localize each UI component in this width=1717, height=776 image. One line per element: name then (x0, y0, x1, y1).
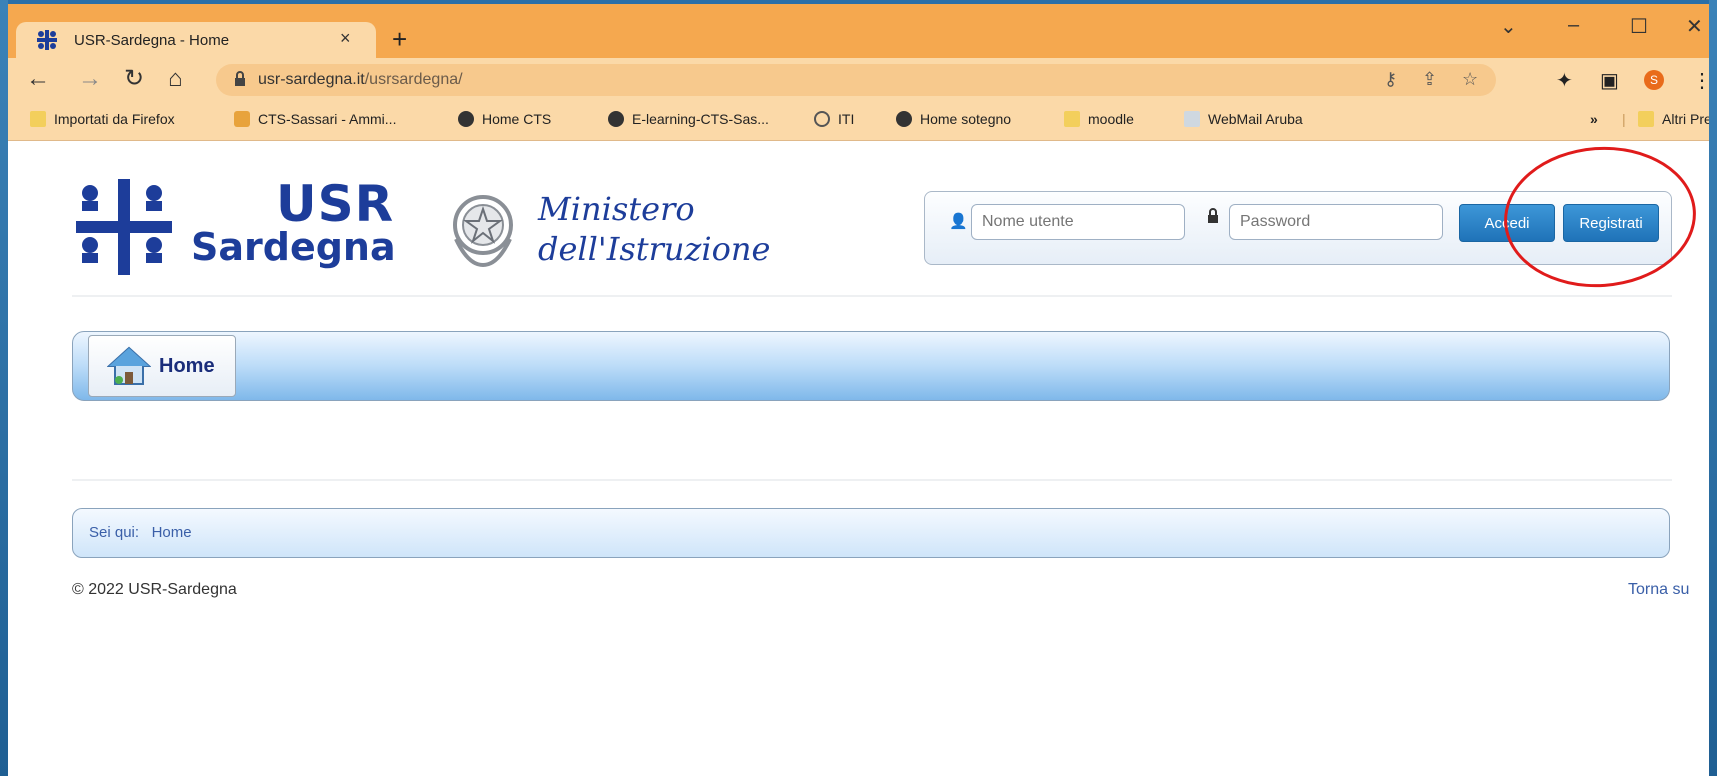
tab-bar: USR-Sardegna - Home × + ⌄ – ☐ ✕ (8, 4, 1709, 58)
ministero-title: Ministero dell'Istruzione (538, 190, 771, 268)
browser-tab[interactable]: USR-Sardegna - Home × (16, 22, 376, 58)
lock-icon (235, 71, 245, 86)
extensions-icon[interactable]: ✦ (1556, 68, 1573, 93)
key-icon[interactable]: ⚷ (1384, 69, 1397, 90)
bookmark-item[interactable]: moodle (1064, 111, 1134, 127)
menu-icon[interactable]: ⋮ (1692, 68, 1709, 93)
home-icon[interactable]: ⌂ (168, 66, 183, 92)
bookmarks-divider: | (1622, 111, 1626, 127)
desktop-background (1709, 0, 1717, 776)
desktop-background (0, 0, 8, 776)
site-favicon-icon (37, 30, 57, 50)
forward-icon[interactable]: → (78, 66, 102, 92)
nav-home-tab[interactable]: Home (88, 335, 236, 397)
main-navigation: Home (72, 331, 1670, 401)
other-bookmarks-folder[interactable]: Altri Preferiti (1638, 111, 1709, 127)
share-icon[interactable]: ⇪ (1422, 69, 1437, 90)
browser-window: USR-Sardegna - Home × + ⌄ – ☐ ✕ ← → ↻ ⌂ … (8, 4, 1709, 776)
divider (72, 479, 1672, 481)
more-bookmarks-button[interactable]: » (1590, 111, 1598, 127)
bookmarks-bar: Importati da Firefox CTS-Sassari - Ammi.… (8, 102, 1709, 141)
lock-icon (1208, 208, 1218, 223)
side-panel-icon[interactable]: ▣ (1600, 68, 1619, 93)
minimize-button[interactable]: – (1568, 14, 1579, 37)
bookmark-item[interactable]: Importati da Firefox (30, 111, 175, 127)
divider (72, 295, 1672, 297)
globe-icon (896, 111, 912, 127)
username-input[interactable] (971, 204, 1185, 240)
tab-search-icon[interactable]: ⌄ (1500, 14, 1517, 39)
globe-icon (608, 111, 624, 127)
tab-title: USR-Sardegna - Home (74, 32, 230, 49)
address-bar[interactable]: usr-sardegna.it/usrsardegna/ ⚷ ⇪ ☆ (216, 64, 1496, 96)
star-icon[interactable]: ☆ (1462, 69, 1478, 90)
bookmark-item[interactable]: ITI (814, 111, 854, 127)
red-circle-annotation (1499, 140, 1701, 294)
breadcrumb: Sei qui: Home (72, 508, 1670, 558)
folder-icon (1064, 111, 1080, 127)
page-content: USR Sardegna Ministero dell'Istruzione 👤… (8, 140, 1709, 776)
logo-sardegna-text: Sardegna (191, 225, 396, 269)
house-icon (107, 346, 151, 385)
user-icon: 👤 (949, 213, 968, 230)
webmail-icon (1184, 111, 1200, 127)
iti-icon (814, 111, 830, 127)
profile-avatar[interactable]: S (1644, 70, 1664, 90)
folder-icon (30, 111, 46, 127)
bookmark-item[interactable]: E-learning-CTS-Sas... (608, 111, 769, 127)
new-tab-button[interactable]: + (392, 26, 407, 52)
password-input[interactable] (1229, 204, 1443, 240)
bookmark-item[interactable]: CTS-Sassari - Ammi... (234, 111, 396, 127)
close-tab-icon[interactable]: × (340, 28, 351, 49)
joomla-icon (234, 111, 250, 127)
breadcrumb-home-link[interactable]: Home (152, 524, 192, 541)
globe-icon (458, 111, 474, 127)
maximize-button[interactable]: ☐ (1630, 14, 1648, 39)
bookmark-item[interactable]: Home sotegno (896, 111, 1011, 127)
folder-icon (1638, 111, 1654, 127)
url-text: usr-sardegna.it/usrsardegna/ (258, 71, 463, 88)
close-window-button[interactable]: ✕ (1686, 14, 1703, 39)
italian-republic-emblem-icon (453, 195, 513, 268)
sardegna-cross-logo-icon (76, 179, 172, 275)
breadcrumb-prefix: Sei qui: (89, 524, 140, 541)
nav-home-label: Home (159, 355, 215, 377)
bookmark-item[interactable]: WebMail Aruba (1184, 111, 1303, 127)
back-icon[interactable]: ← (26, 66, 50, 92)
footer-copyright: © 2022 USR-Sardegna (72, 581, 237, 598)
bookmark-item[interactable]: Home CTS (458, 111, 551, 127)
browser-toolbar: ← → ↻ ⌂ usr-sardegna.it/usrsardegna/ ⚷ ⇪… (8, 58, 1709, 102)
reload-icon[interactable]: ↻ (124, 66, 144, 92)
back-to-top-link[interactable]: Torna su (1628, 581, 1689, 599)
